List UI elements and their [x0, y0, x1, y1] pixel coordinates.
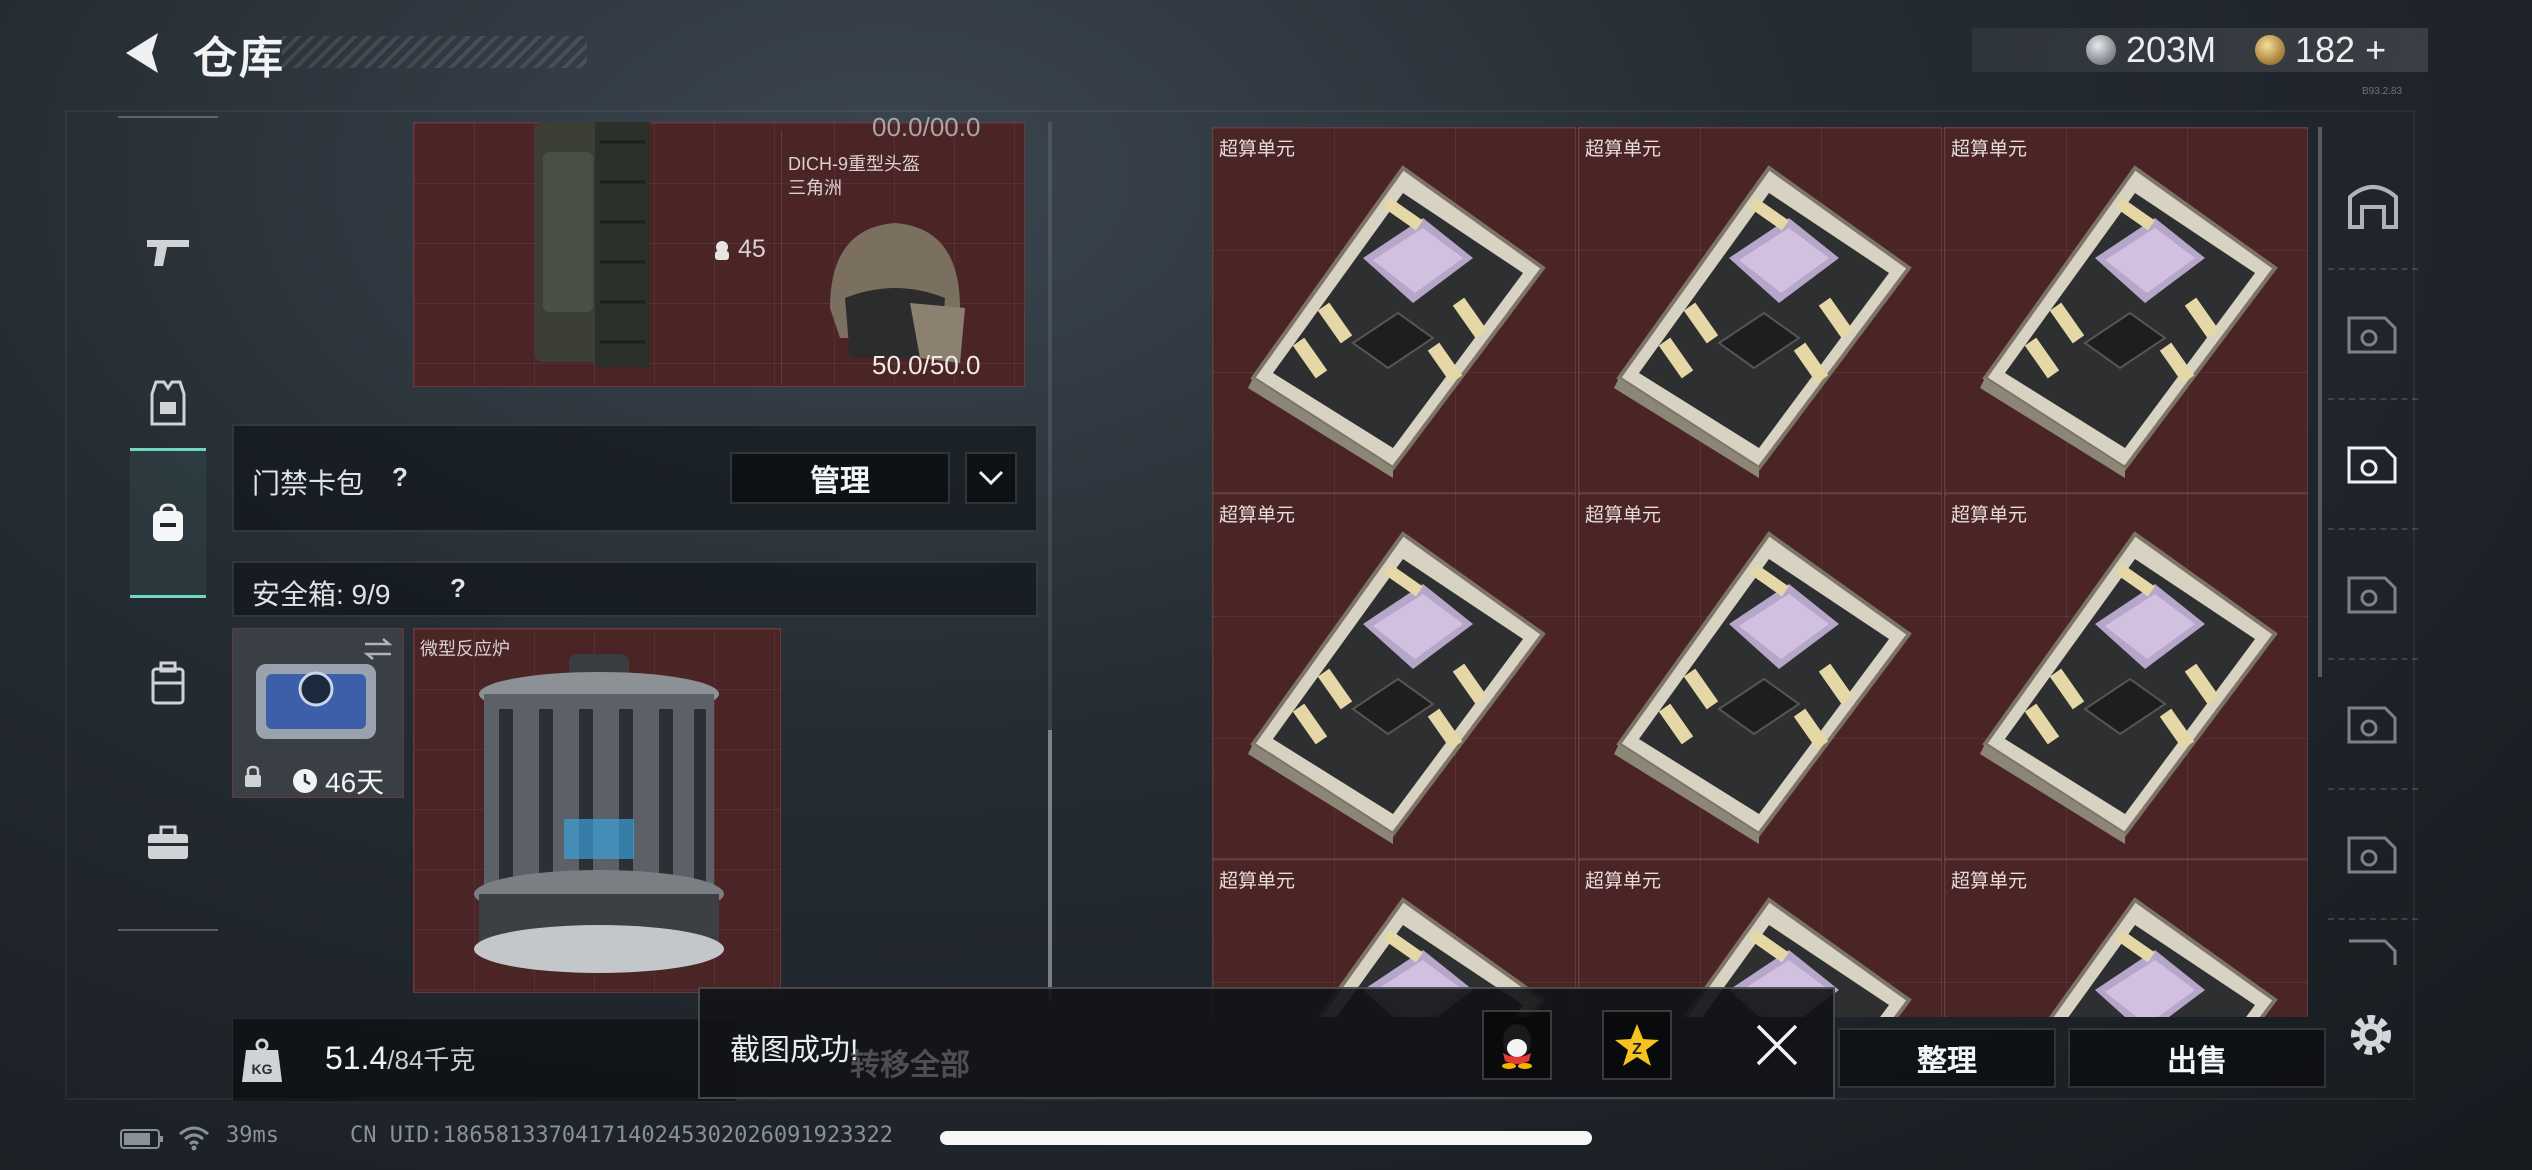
tab-storage-5[interactable] [2328, 790, 2418, 920]
weight-max: /84千克 [387, 1045, 476, 1075]
back-arrow-icon[interactable] [118, 28, 164, 78]
toast-message: 截图成功! [730, 1034, 859, 1067]
nav-case[interactable] [130, 768, 206, 918]
warehouse-icon [2348, 185, 2398, 229]
grid-scrollbar[interactable] [2318, 127, 2322, 677]
page-title: 仓库 [193, 34, 285, 83]
tab-storage-4[interactable] [2328, 660, 2418, 790]
reactor-item[interactable]: 微型反应炉 [413, 628, 781, 993]
lock-icon [245, 765, 261, 787]
storage-box-icon [2347, 576, 2397, 614]
expand-dropdown-button[interactable] [965, 452, 1017, 504]
silver-coin-icon [2086, 35, 2116, 65]
safebox-label: 安全箱: 9/9 [252, 579, 391, 610]
nav-backpack[interactable] [130, 448, 206, 598]
safebox-timer: 46天 [291, 761, 384, 801]
keycard-help[interactable]: ? [392, 462, 408, 493]
keycard-label: 门禁卡包 [252, 468, 365, 499]
backpack-icon [153, 503, 183, 541]
safebox-help[interactable]: ? [450, 573, 466, 604]
grid-item[interactable]: 超算单元 [1578, 493, 1942, 859]
supercomputer-unit-icon [1246, 532, 1545, 844]
transfer-all-button[interactable]: 转移全部 [850, 1040, 970, 1084]
storage-box-icon [2347, 316, 2397, 354]
svg-text:Z: Z [1632, 1041, 1642, 1058]
chest-rig-icon [151, 661, 185, 705]
close-icon[interactable] [1752, 1020, 1802, 1070]
helmet-name: DICH-9重型头盔 [788, 154, 921, 174]
weight-readout: 51.4/84千克 [325, 1040, 475, 1077]
home-indicator[interactable] [940, 1131, 1592, 1145]
grid-item[interactable]: 超算单元 [1944, 127, 2308, 493]
share-qzone-button[interactable]: Z [1602, 1010, 1672, 1080]
silver-amount: 203M [2126, 29, 2217, 70]
storage-box-icon [2347, 706, 2397, 744]
reactor-image [474, 654, 724, 973]
nav-rig[interactable] [130, 608, 206, 758]
weight-panel [232, 1018, 737, 1102]
grid-item[interactable]: 超算单元 [1944, 493, 2308, 859]
uid-text: CN UID:186581337041714024530202609192332… [350, 1123, 894, 1148]
armor-level-icon [715, 240, 729, 260]
helmet-durability: 50.0/50.0 [872, 350, 981, 380]
supercomputer-unit-icon [1978, 898, 2277, 1017]
ping-text: 39ms [226, 1123, 279, 1148]
tab-storage-1[interactable] [2328, 270, 2418, 400]
battery-icon [120, 1129, 163, 1149]
category-nav [118, 116, 218, 931]
storage-box-icon [2347, 836, 2397, 874]
version-text: B93.2.83 [2362, 86, 2403, 97]
helmet-map: 三角洲 [788, 178, 842, 198]
silver-currency: 203M [2086, 28, 2216, 72]
supercomputer-unit-icon [1612, 166, 1911, 478]
gold-amount: 182 [2295, 29, 2356, 70]
grid-item[interactable]: 超算单元 [1212, 493, 1576, 859]
title-decoration [282, 36, 587, 68]
manage-button[interactable]: 管理 [730, 452, 950, 504]
left-scroll-thumb[interactable] [1048, 730, 1052, 1000]
supercomputer-unit-icon [1978, 532, 2277, 844]
storage-box-icon [2347, 446, 2397, 484]
sort-button[interactable]: 整理 [1838, 1028, 2056, 1088]
gold-currency: 182 + [2255, 28, 2386, 72]
grid-item[interactable]: 超算单元 [1578, 127, 1942, 493]
tab-all-storage[interactable] [2328, 140, 2418, 270]
safebox-days: 46天 [325, 767, 385, 798]
tab-storage-2[interactable] [2328, 400, 2418, 530]
supercomputer-unit-icon [1246, 166, 1545, 478]
storage-box-icon [2349, 939, 2397, 965]
wifi-icon [179, 1126, 209, 1151]
clock-icon [293, 769, 317, 793]
storage-grid: 超算单元 超算单元 超算单元 超算单元 超算单元 超算单元 超算单元 超算单元 … [1212, 127, 2308, 1017]
armor-item[interactable] [525, 122, 665, 367]
safebox-container[interactable]: 46天 [232, 628, 404, 798]
sell-button[interactable]: 出售 [2068, 1028, 2326, 1088]
weight-value: 51.4 [325, 1040, 388, 1076]
helmet-image [830, 223, 965, 363]
armor-count: 45 [738, 235, 766, 263]
tab-storage-6[interactable] [2328, 920, 2418, 980]
grid-item[interactable]: 超算单元 [1944, 859, 2308, 1017]
grid-item[interactable]: 超算单元 [1212, 127, 1576, 493]
add-currency-button[interactable]: + [2365, 29, 2386, 71]
settings-gear-icon[interactable] [2346, 1010, 2396, 1060]
briefcase-icon [148, 825, 188, 859]
armor-level: 45 [712, 235, 766, 264]
weight-kg-icon: KG [242, 1038, 282, 1082]
supercomputer-unit-icon [1612, 532, 1911, 844]
share-qq-button[interactable] [1482, 1010, 1552, 1080]
nav-weapons[interactable] [130, 175, 206, 325]
tactical-vest-image [535, 122, 650, 367]
gold-coin-icon [2255, 35, 2285, 65]
qq-icon [1502, 1024, 1532, 1069]
supercomputer-unit-icon [1978, 166, 2277, 478]
tab-storage-3[interactable] [2328, 530, 2418, 660]
swap-icon [363, 638, 393, 660]
chevron-down-icon [978, 470, 1004, 486]
qzone-star-icon: Z [1615, 1024, 1659, 1066]
safebox-image [256, 664, 376, 739]
vest-icon [150, 380, 186, 426]
gun-icon [147, 240, 189, 266]
kg-label: KG [252, 1061, 273, 1077]
